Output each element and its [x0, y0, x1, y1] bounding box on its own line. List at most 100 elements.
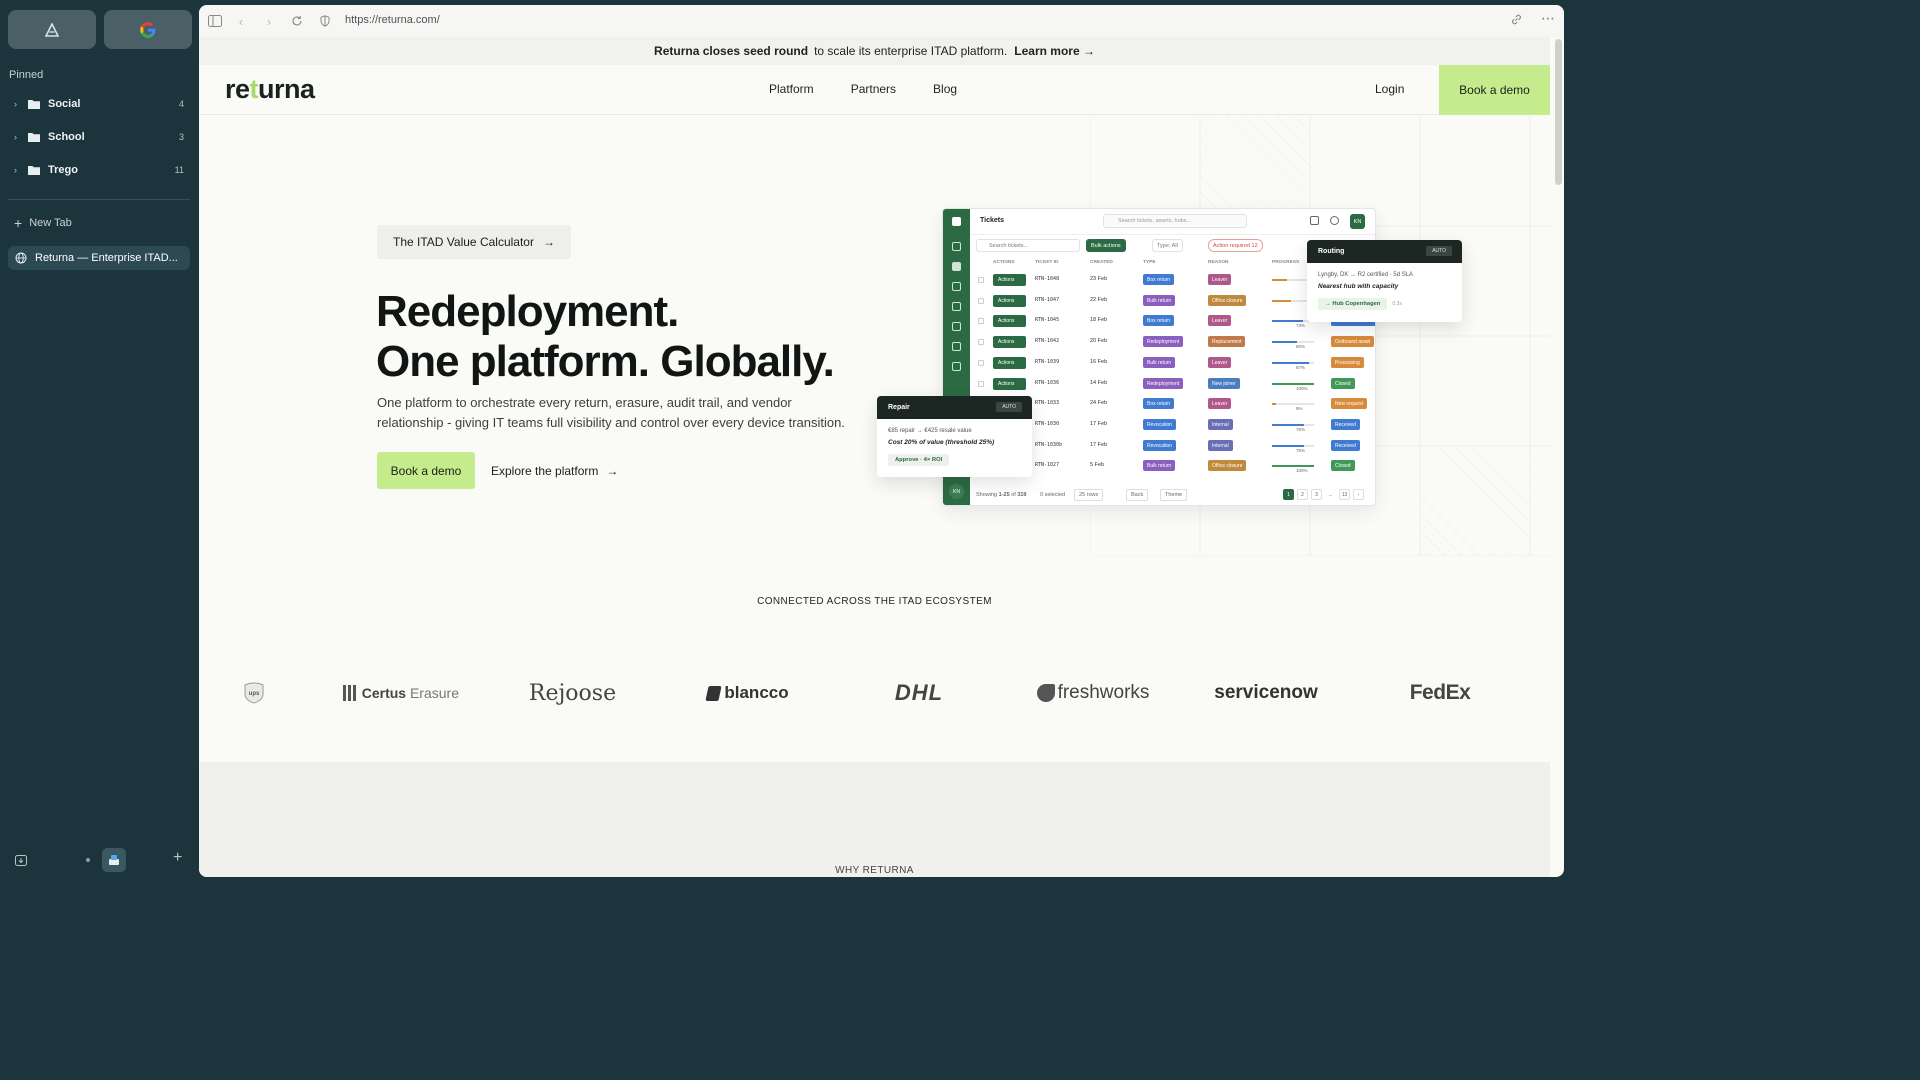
- archive-icon[interactable]: [14, 853, 28, 867]
- dhl-logo: DHL: [863, 677, 975, 709]
- sidebar-divider: [8, 199, 190, 200]
- row-status-badge: Received: [1331, 418, 1360, 430]
- nav-link-partners[interactable]: Partners: [851, 82, 896, 96]
- banner-learn-more-link[interactable]: Learn more →: [1014, 44, 1095, 58]
- reload-icon[interactable]: [289, 13, 305, 29]
- row-ticket-id: RTN-1030b: [1035, 441, 1063, 448]
- forward-arrow-icon[interactable]: ›: [261, 13, 277, 29]
- mockup-bell-icon: [1310, 216, 1319, 225]
- row-progress-fill: [1272, 465, 1314, 468]
- row-ticket-id: RTN-1045: [1035, 317, 1060, 324]
- row-type-badge: Revocation: [1143, 439, 1177, 451]
- row-type-badge: Box return: [1143, 315, 1175, 327]
- row-progress-percent: 100%: [1296, 385, 1308, 391]
- row-created: 23 Feb: [1090, 276, 1108, 282]
- hero-book-demo-button[interactable]: Book a demo: [377, 452, 475, 489]
- row-progress-fill: [1272, 361, 1309, 364]
- mockup-home-icon: [952, 242, 961, 251]
- back-arrow-icon[interactable]: ‹: [233, 13, 249, 29]
- chevron-right-icon: ›: [14, 132, 17, 142]
- itad-value-calculator-button[interactable]: The ITAD Value Calculator →: [377, 225, 571, 259]
- row-checkbox: [978, 318, 984, 325]
- page-scrollbar[interactable]: [1555, 39, 1562, 185]
- sidebar-folder-trego[interactable]: › Trego 11: [14, 158, 184, 182]
- calc-label: The ITAD Value Calculator: [393, 235, 534, 249]
- row-type-badge: Redeployment: [1143, 377, 1184, 389]
- explore-platform-link[interactable]: Explore the platform →: [491, 464, 618, 478]
- rejoose-logo: Rejoose: [528, 680, 617, 706]
- row-reason-badge: New joiner: [1208, 377, 1240, 389]
- folder-count: 4: [178, 99, 184, 109]
- row-reason-badge: Leaver: [1208, 274, 1232, 285]
- folder-name: School: [48, 131, 85, 143]
- web-page: Returna closes seed round to scale its e…: [199, 37, 1550, 877]
- routing-card: Routing AUTO Lyngby, DK → R2 certified · …: [1307, 240, 1462, 322]
- mockup-page: 1: [1283, 489, 1294, 500]
- pinned-tile-arc[interactable]: [8, 10, 96, 49]
- row-created: 18 Feb: [1090, 317, 1108, 324]
- partner-logos: ups Certus Erasure Rejoose blancco DHL f…: [225, 677, 1525, 709]
- row-checkbox: [978, 380, 984, 387]
- mockup-table-row: ActionsRTN-103324 FebBox returnLeaver9%N…: [976, 395, 1375, 415]
- folder-icon: [28, 133, 40, 142]
- new-tab-label: New Tab: [29, 217, 72, 229]
- row-progress-fill: [1272, 444, 1304, 447]
- row-progress-percent: 100%: [1296, 468, 1308, 474]
- more-menu-icon[interactable]: ⋯: [1541, 10, 1555, 27]
- chevron-right-icon: ›: [14, 99, 17, 109]
- blancco-logo: blancco: [705, 677, 791, 709]
- sidebar-folder-school[interactable]: › School 3: [14, 125, 184, 149]
- row-progress-percent: 87%: [1296, 364, 1306, 370]
- copy-link-icon[interactable]: [1510, 13, 1523, 31]
- nav-link-blog[interactable]: Blog: [933, 82, 957, 96]
- nav-link-platform[interactable]: Platform: [769, 82, 814, 96]
- row-type-badge: Box return: [1143, 274, 1175, 285]
- repair-auto-badge: AUTO: [996, 402, 1022, 412]
- row-created: 16 Feb: [1090, 358, 1108, 365]
- plus-icon: +: [14, 215, 23, 231]
- row-progress-percent: 75%: [1296, 426, 1306, 432]
- new-tab-button[interactable]: + New Tab: [14, 215, 72, 231]
- footer-range: 1-25: [998, 492, 1010, 498]
- pinned-tile-google[interactable]: [104, 10, 192, 49]
- ecosystem-heading: CONNECTED ACROSS THE ITAD ECOSYSTEM: [757, 596, 992, 607]
- sidebar-tab-returna[interactable]: Returna — Enterprise ITAD...: [8, 246, 190, 270]
- new-space-plus-icon[interactable]: +: [173, 849, 182, 867]
- folder-icon: [28, 166, 40, 175]
- certus-word: Certus: [361, 685, 407, 701]
- space-inbox-icon[interactable]: [102, 848, 126, 872]
- space-dot-icon[interactable]: [86, 858, 90, 862]
- mockup-showing: Showing 1-25 of 319: [976, 492, 1027, 498]
- sidebar-folder-social[interactable]: › Social 4: [14, 92, 184, 116]
- freshworks-word: freshworks: [1057, 682, 1150, 703]
- row-type-badge: Bulk return: [1143, 294, 1176, 306]
- row-checkbox: [978, 277, 984, 283]
- row-reason-badge: Replacement: [1208, 336, 1246, 348]
- row-reason-badge: Leaver: [1208, 398, 1232, 410]
- row-status-badge: Outbound await: [1331, 336, 1375, 348]
- mockup-logo-icon: [952, 217, 961, 226]
- mockup-table-row: Actions RTN-1039 16 Feb Bulk return Leaver 87…: [976, 354, 1375, 374]
- repair-card-title: Repair: [888, 404, 910, 411]
- col-header: REASON: [1208, 260, 1229, 265]
- sidebar-toggle-icon[interactable]: [207, 13, 223, 29]
- site-info-shield-icon[interactable]: [317, 13, 333, 29]
- row-actions-button: Actions: [993, 377, 1026, 390]
- returna-logo[interactable]: returna: [225, 74, 315, 105]
- mockup-search: Search tickets, assets, hubs...: [1103, 214, 1247, 228]
- login-link[interactable]: Login: [1375, 82, 1404, 96]
- row-reason-badge: Office closure: [1208, 294, 1247, 306]
- row-actions-button: Actions: [993, 274, 1026, 286]
- pinned-tiles: [8, 10, 192, 49]
- servicenow-logo: servicenow: [1214, 682, 1318, 703]
- row-ticket-id: RTN-1048: [1035, 276, 1060, 282]
- hero-subtitle: One platform to orchestrate every return…: [377, 395, 845, 430]
- row-reason-badge: Internal: [1208, 439, 1233, 451]
- mockup-type-filter: Type: All: [1152, 239, 1183, 252]
- row-status-badge: Processing: [1331, 356, 1364, 368]
- mockup-page: ...: [1328, 491, 1333, 498]
- site-navigation: returna Platform Partners Blog Login Boo…: [199, 65, 1550, 115]
- nav-book-demo-button[interactable]: Book a demo: [1439, 65, 1550, 115]
- address-bar[interactable]: https://returna.com/: [345, 14, 440, 26]
- mockup-box-icon: [952, 302, 961, 311]
